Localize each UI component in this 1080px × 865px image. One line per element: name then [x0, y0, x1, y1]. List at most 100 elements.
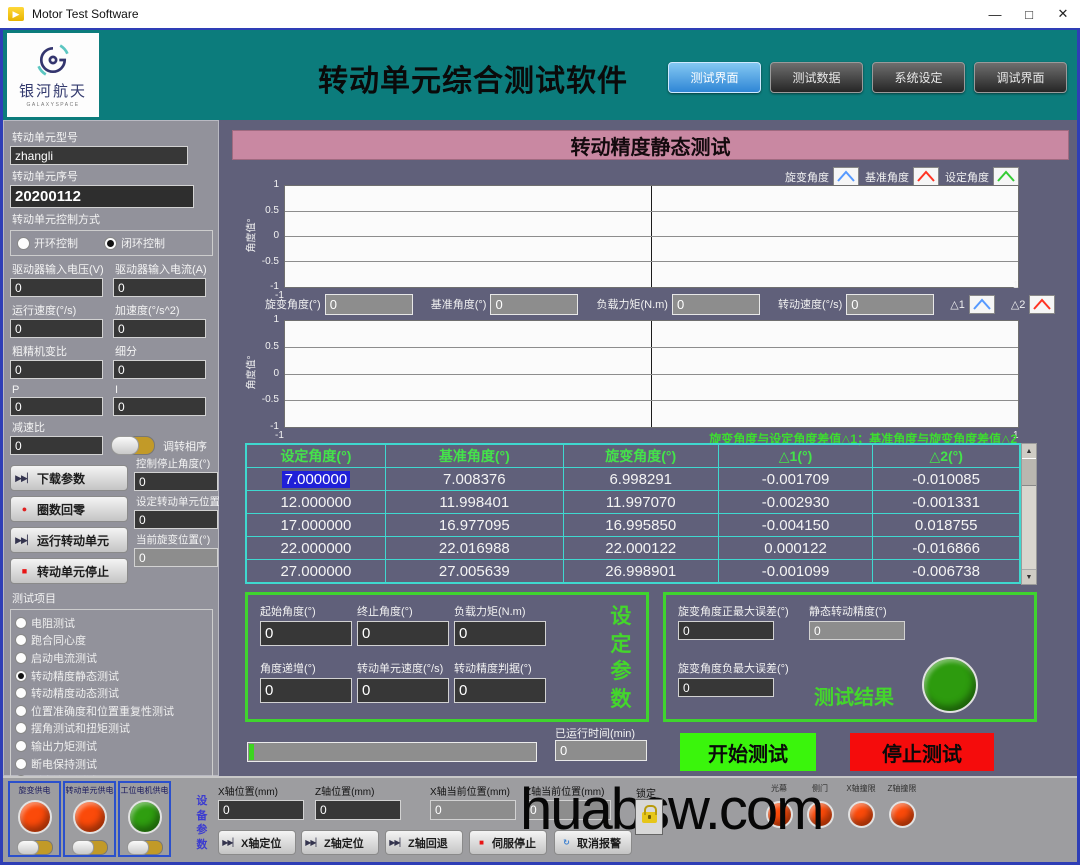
field-input[interactable] — [454, 621, 546, 646]
test-item-radio[interactable]: 位置准确度和位置重复性测试 — [15, 702, 210, 720]
nav-tab-button[interactable]: 测试数据 — [770, 62, 863, 93]
field-input[interactable] — [134, 548, 218, 567]
power-supply-box: 工位电机供电 — [118, 781, 171, 857]
stop-test-button[interactable]: 停止测试 — [850, 733, 994, 771]
accuracy-table: 设定角度(°)基准角度(°)旋变角度(°)△1(°)△2(°) 7.000000… — [245, 443, 1021, 584]
field-input[interactable] — [490, 294, 578, 315]
test-item-radio[interactable]: 输出力矩测试 — [15, 737, 210, 755]
test-item-radio[interactable]: 转动精度静态测试 — [15, 667, 210, 685]
watermark: huabsw.com — [520, 776, 822, 843]
model-input[interactable] — [10, 146, 188, 165]
test-item-label: 转动精度静态测试 — [31, 668, 119, 684]
logo-text-cn: 银河航天 — [19, 80, 87, 101]
button-label: Z轴定位 — [324, 835, 364, 851]
sidebar-action-button[interactable]: ● 圈数回零 — [10, 496, 128, 522]
start-test-button[interactable]: 开始测试 — [680, 733, 816, 771]
minimize-button[interactable]: — — [978, 1, 1012, 28]
field-input[interactable] — [809, 621, 905, 640]
test-item-radio[interactable]: 摆角测试和扭矩测试 — [15, 720, 210, 738]
axis-action-button[interactable]: ▶▶▏ X轴定位 — [218, 830, 296, 855]
test-items-label: 测试项目 — [12, 590, 213, 606]
test-item-radio[interactable]: 断电保持测试 — [15, 755, 210, 773]
phase-toggle-label: 调转相序 — [163, 438, 207, 454]
field-input[interactable] — [430, 800, 516, 820]
accuracy-table-wrap: 设定角度(°)基准角度(°)旋变角度(°)△1(°)△2(°) 7.000000… — [245, 443, 1037, 585]
field-label: 转动速度(°/s) — [778, 296, 842, 312]
test-item-radio[interactable]: 转动精度动态测试 — [15, 684, 210, 702]
test-item-label: 断电保持测试 — [31, 756, 97, 772]
field-input[interactable] — [846, 294, 934, 315]
scroll-down-icon[interactable]: ▼ — [1022, 569, 1036, 584]
table-row[interactable]: 27.000000 27.005639 26.998901 -0.001099 … — [246, 560, 1020, 584]
test-item-radio[interactable]: 启动电流测试 — [15, 649, 210, 667]
power-toggle[interactable] — [72, 840, 108, 855]
power-label: 转动单元供电 — [66, 785, 114, 796]
runtime-label: 已运行时间(min) — [555, 725, 635, 741]
nav-tab-button[interactable]: 调试界面 — [974, 62, 1067, 93]
axis-action-button[interactable]: ▶▶▏ Z轴回退 — [385, 830, 463, 855]
control-mode-radio[interactable]: 闭环控制 — [104, 235, 165, 251]
field-input[interactable] — [10, 360, 103, 379]
power-toggle[interactable] — [17, 840, 53, 855]
field-input[interactable] — [678, 621, 774, 640]
scroll-thumb[interactable] — [1022, 458, 1036, 486]
chart1-plot-area — [284, 185, 1019, 288]
sidebar-action-button[interactable]: ▶▶▏ 运行转动单元 — [10, 527, 128, 553]
field-input[interactable] — [357, 678, 449, 703]
field-input[interactable] — [218, 800, 304, 820]
field-input[interactable] — [260, 678, 352, 703]
chart2-ylabel: 角度值° — [243, 356, 258, 390]
control-mode-radio[interactable]: 开环控制 — [17, 235, 78, 251]
sidebar-action-button[interactable]: ▶▶▏ 下载参数 — [10, 465, 128, 491]
param-field: 角度递增(°) — [260, 660, 352, 703]
field-input[interactable] — [260, 621, 352, 646]
lock-indicator[interactable] — [635, 799, 663, 835]
y-tick: 0 — [273, 367, 279, 380]
field-label: P — [12, 384, 103, 396]
table-row[interactable]: 22.000000 22.016988 22.000122 0.000122 -… — [246, 537, 1020, 560]
field-input[interactable] — [10, 278, 103, 297]
field-input[interactable] — [678, 678, 774, 697]
table-row[interactable]: 17.000000 16.977095 16.995850 -0.004150 … — [246, 514, 1020, 537]
test-item-radio[interactable]: 电阻测试 — [15, 614, 210, 632]
field-input[interactable] — [113, 278, 206, 297]
field-input[interactable] — [134, 510, 218, 529]
field-input[interactable] — [315, 800, 401, 820]
close-button[interactable]: ✕ — [1046, 1, 1080, 28]
field-input[interactable] — [672, 294, 760, 315]
y-tick: -0.5 — [262, 255, 279, 268]
field-input[interactable] — [454, 678, 546, 703]
power-toggle[interactable] — [127, 840, 163, 855]
table-scrollbar[interactable]: ▲ ▼ — [1021, 443, 1037, 585]
nav-tab-button[interactable]: 测试界面 — [668, 62, 761, 93]
sidebar-action-button[interactable]: ■ 转动单元停止 — [10, 558, 128, 584]
field-input[interactable] — [113, 360, 206, 379]
cell-delta1: -0.004150 — [762, 517, 830, 534]
runtime-input[interactable] — [555, 740, 647, 761]
table-row[interactable]: 7.000000 7.008376 6.998291 -0.001709 -0.… — [246, 468, 1020, 491]
maximize-button[interactable]: □ — [1012, 1, 1046, 28]
axis-action-button[interactable]: ▶▶▏ Z轴定位 — [301, 830, 379, 855]
field-input[interactable] — [113, 397, 206, 416]
cell-delta2: 0.018755 — [915, 517, 978, 534]
serial-input[interactable] — [10, 185, 194, 208]
table-row[interactable]: 12.000000 11.998401 11.997070 -0.002930 … — [246, 491, 1020, 514]
serial-label: 转动单元序号 — [12, 168, 213, 184]
gear-ratio-input[interactable] — [10, 436, 103, 455]
field-input[interactable] — [10, 397, 103, 416]
field-label: 起始角度(°) — [260, 603, 352, 619]
cell-ref-angle: 7.008376 — [443, 471, 506, 488]
scroll-up-icon[interactable]: ▲ — [1022, 444, 1036, 459]
test-item-radio[interactable]: 跑合同心度 — [15, 632, 210, 650]
field-input[interactable] — [10, 319, 103, 338]
cell-delta2: -0.001331 — [912, 494, 980, 511]
field-input[interactable] — [113, 319, 206, 338]
field-input[interactable] — [325, 294, 413, 315]
field-label: I — [115, 384, 206, 396]
test-item-list: 电阻测试 跑合同心度 启动电流测试 转动精度静态测试 — [10, 609, 213, 791]
axis-field: X轴位置(mm) — [218, 783, 304, 820]
field-input[interactable] — [357, 621, 449, 646]
mid-field: 转动速度(°/s) — [778, 294, 934, 315]
nav-tab-button[interactable]: 系统设定 — [872, 62, 965, 93]
field-input[interactable] — [134, 472, 218, 491]
